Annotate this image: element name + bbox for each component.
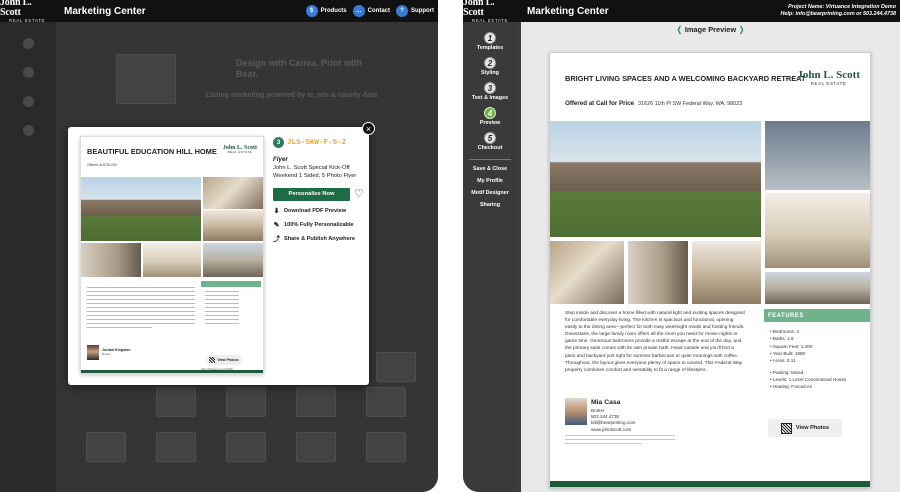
thumb-photo [203, 177, 263, 209]
preview-area: ❬ Image Preview ❭ BRIGHT LIVING SPACES A… [521, 22, 900, 492]
personalizable-label: ✎ 100% Fully Personalizable [273, 222, 354, 230]
project-info: Project Name: Virtuance Integration Demo… [781, 4, 900, 19]
nav-products[interactable]: $ Products [305, 5, 347, 17]
flyer-logo: John L. Scott REAL ESTATE [797, 69, 860, 86]
chevron-right-icon[interactable]: ❭ [738, 25, 745, 34]
step-preview[interactable]: 4 Preview [463, 107, 517, 126]
step-styling[interactable]: 2 Styling [463, 57, 517, 76]
template-badge-icon: 3 [273, 137, 284, 148]
top-bar: John L. Scott REAL ESTATE Marketing Cent… [0, 0, 438, 23]
agent-card: Mia Casa Broker 503.244.4738 bill@bearpr… [565, 398, 636, 433]
my-profile-link[interactable]: My Profile [463, 178, 517, 184]
chevron-left-icon[interactable]: ❬ [676, 25, 683, 34]
step-text-images[interactable]: 3 Text & Images [463, 82, 517, 101]
brand-logo[interactable]: John L. Scott REAL ESTATE [463, 0, 517, 23]
personalize-now-button[interactable]: Personalize Now [273, 187, 350, 201]
flyer-disclaimer [565, 435, 675, 446]
sidebar-item-3[interactable] [0, 96, 56, 109]
share-icon: ⤴ [273, 236, 280, 244]
thumb-view-photos: View Photos [207, 355, 241, 365]
thumb-offer: Offered at $750,000 [87, 163, 118, 167]
thumb-photo-main [81, 177, 201, 241]
sidebar-item-4[interactable] [0, 125, 56, 138]
template-type: Flyer [273, 156, 288, 163]
project-name: Project Name: Virtuance Integration Demo [788, 3, 896, 10]
template-name: John L. Scott Special Kick-Off Weekend 1… [273, 165, 357, 179]
step-checkout[interactable]: 5 Checkout [463, 132, 517, 151]
thumb-logo: John L. Scott REAL ESTATE [222, 145, 257, 154]
top-nav: $ Products … Contact ? Support [305, 5, 438, 17]
left-screenshot-panel: John L. Scott REAL ESTATE Marketing Cent… [0, 0, 438, 492]
dollar-icon: $ [305, 5, 318, 17]
flyer-title: BRIGHT LIVING SPACES AND A WELCOMING BAC… [565, 74, 806, 83]
view-photos-button[interactable]: View Photos [768, 419, 842, 437]
step-templates[interactable]: 1 Templates [463, 32, 517, 51]
agent-name: Mia Casa [591, 399, 621, 406]
flyer-preview: BRIGHT LIVING SPACES AND A WELCOMING BAC… [549, 52, 871, 488]
brand-logo[interactable]: John L. Scott REAL ESTATE [0, 0, 54, 23]
flyer-photo [550, 241, 624, 304]
sharing-link[interactable]: Sharing [463, 202, 517, 208]
flyer-footer-bar [550, 481, 870, 487]
close-icon[interactable]: × [362, 122, 375, 135]
thumb-features-list [205, 291, 259, 327]
profile-icon [22, 96, 34, 107]
thumb-footer-bar [81, 370, 263, 373]
agent-email: bill@bearprinting.com [591, 420, 636, 426]
sidebar-divider [469, 159, 511, 160]
folder-icon [22, 67, 34, 78]
qr-code-icon [780, 422, 792, 434]
thumb-features-header [201, 281, 261, 287]
flyer-photo [765, 193, 870, 268]
chat-icon: … [352, 5, 365, 17]
home-icon [22, 38, 34, 49]
flyer-photo [765, 121, 870, 190]
thumb-photo [203, 243, 263, 277]
right-screenshot-panel: John L. Scott REAL ESTATE Marketing Cent… [463, 0, 900, 492]
flyer-description: Step inside and discover a home filled w… [565, 311, 745, 373]
app-title: Marketing Center [527, 5, 609, 17]
image-preview-header: ❬ Image Preview ❭ [676, 25, 745, 34]
flyer-photo-main [550, 121, 761, 237]
thumb-agent-photo [87, 345, 99, 360]
thumb-description [87, 287, 195, 331]
flyer-thumbnail[interactable]: BEAUTIFUL EDUCATION HILL HOME John L. Sc… [80, 136, 264, 374]
download-icon: ⬇ [273, 208, 280, 216]
thumb-photo [203, 210, 263, 241]
template-code: JLS-SKW-F-5-2 [287, 138, 347, 147]
sidebar-item-2[interactable] [0, 67, 56, 80]
nav-support[interactable]: ? Support [396, 5, 434, 17]
save-close-link[interactable]: Save & Close [463, 166, 517, 172]
top-bar: John L. Scott REAL ESTATE Marketing Cent… [463, 0, 900, 23]
thumb-agent: Jordan Kingston Broker [87, 345, 131, 360]
share-publish-link[interactable]: ⤴ Share & Publish Anywhere [273, 236, 365, 243]
nav-contact[interactable]: … Contact [352, 5, 390, 17]
qr-code-icon [209, 357, 216, 363]
thumb-photo [81, 243, 141, 277]
template-info: 3 JLS-SKW-F-5-2 Flyer John L. Scott Spec… [273, 137, 365, 243]
agent-website: www.johnlscott.com [591, 426, 632, 432]
agent-photo [565, 398, 587, 425]
heart-icon[interactable]: ♡ [354, 188, 364, 200]
flyer-photo [765, 272, 870, 304]
left-sidebar [0, 22, 56, 492]
flyer-offer-address: Offered at Call for Price 31626 11th Pl S… [565, 100, 743, 107]
sidebar-item-1[interactable] [0, 38, 56, 51]
stage: John L. Scott REAL ESTATE Marketing Cent… [0, 0, 900, 492]
step-sidebar: 1 Templates 2 Styling 3 Text & Images 4 … [463, 22, 517, 492]
question-icon: ? [396, 5, 408, 17]
motif-designer-link[interactable]: Motif Designer [463, 190, 517, 196]
template-detail-modal: BEAUTIFUL EDUCATION HILL HOME John L. Sc… [68, 127, 369, 385]
help-contact: Help: info@bearprinting.com or 503.244.4… [780, 11, 897, 17]
features-header: FEATURES [764, 309, 870, 322]
flyer-photo [692, 241, 761, 304]
app-title: Marketing Center [64, 5, 146, 17]
logout-icon [22, 125, 34, 136]
thumb-photo [143, 243, 201, 277]
flyer-photo [628, 241, 688, 304]
edit-icon: ✎ [273, 222, 280, 230]
download-pdf-preview-link[interactable]: ⬇ Download PDF Preview [273, 208, 365, 215]
thumb-title: BEAUTIFUL EDUCATION HILL HOME [87, 147, 217, 156]
features-list: Bedrooms: 3 Baths: 1.6 Square Feet: 1,20… [770, 328, 847, 391]
